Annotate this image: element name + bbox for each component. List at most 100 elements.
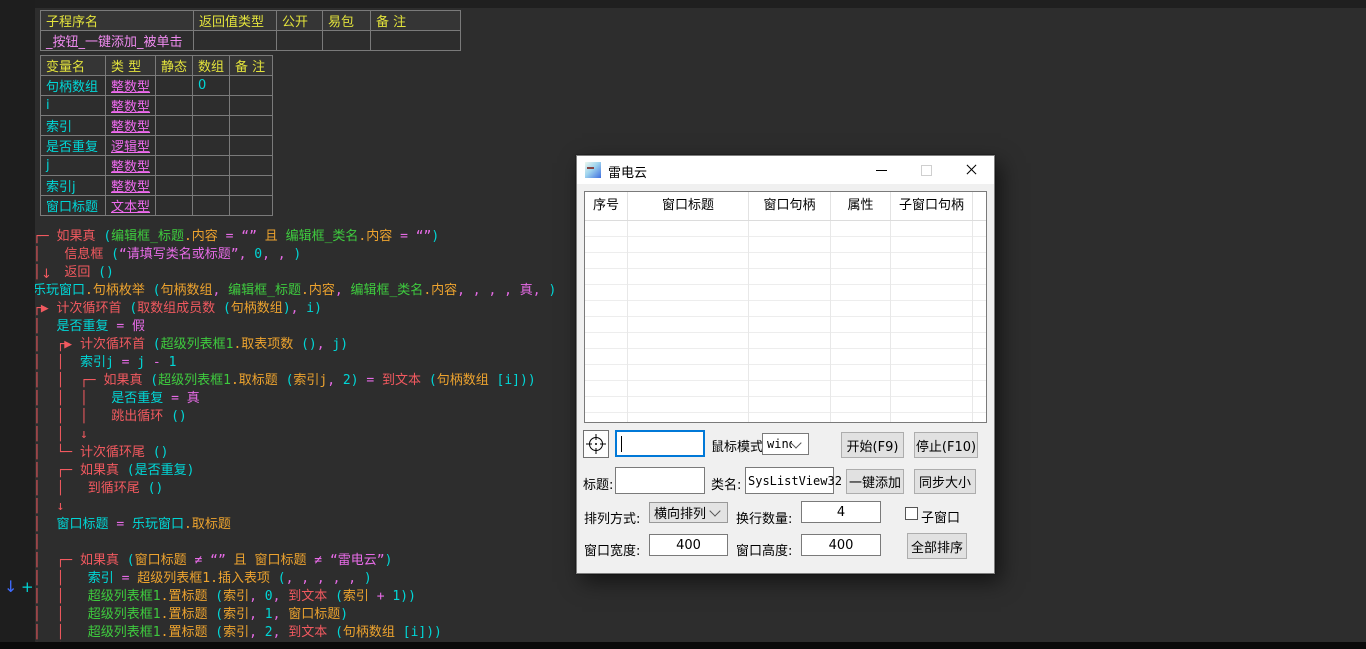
- listview-column-header[interactable]: 属性: [831, 192, 891, 220]
- table-cell[interactable]: 整数型: [106, 116, 156, 136]
- table-cell[interactable]: [156, 156, 193, 176]
- window-height-input[interactable]: 400: [801, 534, 881, 556]
- table-cell[interactable]: [277, 31, 323, 51]
- code-line[interactable]: │ │ │ 跳出循环 (): [33, 408, 601, 426]
- crosshair-picker-button[interactable]: [583, 430, 609, 458]
- code-token: 信息框: [64, 247, 111, 262]
- window-listview[interactable]: 序号窗口标题窗口句柄属性子窗口句柄: [584, 191, 987, 423]
- table-cell[interactable]: 整数型: [106, 176, 156, 196]
- table-cell[interactable]: [156, 76, 193, 96]
- listview-column-header[interactable]: 子窗口句柄: [891, 192, 973, 220]
- code-line[interactable]: │ │ 索引j = j - 1: [33, 354, 601, 372]
- table-cell[interactable]: [156, 136, 193, 156]
- table-cell[interactable]: i: [41, 96, 106, 116]
- left-margin-strip: [0, 0, 35, 649]
- code-token: 取数组成员数: [137, 301, 223, 316]
- table-cell[interactable]: [156, 196, 193, 216]
- code-line[interactable]: │ ┌─ 如果真 (窗口标题 ≠ “” 且 窗口标题 ≠ “雷电云”): [33, 552, 601, 570]
- class-input[interactable]: SysListView32: [745, 467, 834, 494]
- code-line[interactable]: │ ┌─ 如果真 (是否重复): [33, 462, 601, 480]
- table-cell[interactable]: [193, 96, 230, 116]
- table-cell[interactable]: 逻辑型: [106, 136, 156, 156]
- maximize-button[interactable]: [904, 156, 949, 184]
- table-cell[interactable]: 窗口标题: [41, 196, 106, 216]
- table-cell[interactable]: 索引: [41, 116, 106, 136]
- code-line[interactable]: │ 是否重复 = 假: [33, 318, 601, 336]
- code-editor[interactable]: ┌─ 如果真 (编辑框_标题.内容 = “” 且 编辑框_类名.内容 = “”)…: [33, 228, 601, 649]
- listview-column-header[interactable]: 序号: [585, 192, 628, 220]
- code-line[interactable]: ┌─ 如果真 (编辑框_标题.内容 = “” 且 编辑框_类名.内容 = “”): [33, 228, 601, 246]
- wrap-count-input[interactable]: 4: [801, 501, 881, 523]
- sort-all-button[interactable]: 全部排序: [907, 533, 967, 559]
- one-click-add-button[interactable]: 一键添加: [846, 469, 904, 494]
- table-cell[interactable]: [156, 176, 193, 196]
- code-line[interactable]: 乐玩窗口.句柄枚举 (句柄数组, 编辑框_标题.内容, 编辑框_类名.内容, ,…: [33, 282, 601, 300]
- table-cell[interactable]: [193, 196, 230, 216]
- start-button[interactable]: 开始(F9): [841, 432, 904, 458]
- code-line[interactable]: │ ┌▶ 计次循环首 (超级列表框1.取表项数 (), j): [33, 336, 601, 354]
- code-token: 句柄数组: [231, 301, 283, 316]
- title-input[interactable]: [615, 467, 705, 494]
- listview-column-header[interactable]: 窗口句柄: [749, 192, 831, 220]
- table-cell[interactable]: 索引j: [41, 176, 106, 196]
- code-line[interactable]: │ │ ┌─ 如果真 (超级列表框1.取标题 (索引j, 2) = 到文本 (句…: [33, 372, 601, 390]
- code-line[interactable]: │ │ 超级列表框1.置标题 (索引, 0, 到文本 (索引 + 1)): [33, 588, 601, 606]
- table-cell[interactable]: [230, 116, 273, 136]
- code-line[interactable]: │ │ 索引 = 超级列表框1.插入表项 (, , , , , ): [33, 570, 601, 588]
- table-cell[interactable]: 整数型: [106, 76, 156, 96]
- table-cell[interactable]: [371, 31, 461, 51]
- table-cell[interactable]: [230, 196, 273, 216]
- table-cell[interactable]: [193, 136, 230, 156]
- listview-body[interactable]: [585, 221, 986, 422]
- table-cell[interactable]: 句柄数组: [41, 76, 106, 96]
- table-cell[interactable]: [194, 31, 277, 51]
- minimize-button[interactable]: [859, 156, 904, 184]
- code-line[interactable]: ┌▶ 计次循环首 (取数组成员数 (句柄数组), i): [33, 300, 601, 318]
- table-cell[interactable]: [230, 176, 273, 196]
- code-line[interactable]: │ │ ↓: [33, 426, 601, 444]
- child-window-checkbox[interactable]: [905, 507, 918, 520]
- target-input[interactable]: [615, 430, 705, 457]
- window-titlebar[interactable]: 雷电云: [577, 156, 994, 184]
- subprogram-table[interactable]: 子程序名返回值类型公开易包备 注_按钮_一键添加_被单击: [40, 10, 461, 51]
- table-cell[interactable]: [193, 176, 230, 196]
- table-cell[interactable]: _按钮_一键添加_被单击: [41, 31, 194, 51]
- variable-table[interactable]: 变量名类 型静态数组备 注句柄数组整数型0i整数型索引整数型是否重复逻辑型j整数…: [40, 55, 273, 216]
- table-cell[interactable]: [230, 136, 273, 156]
- table-cell[interactable]: 是否重复: [41, 136, 106, 156]
- table-cell[interactable]: [156, 96, 193, 116]
- code-line[interactable]: │ 窗口标题 = 乐玩窗口.取标题: [33, 516, 601, 534]
- sync-size-button[interactable]: 同步大小: [914, 469, 976, 494]
- listview-header[interactable]: 序号窗口标题窗口句柄属性子窗口句柄: [585, 192, 986, 221]
- table-cell[interactable]: j: [41, 156, 106, 176]
- code-line[interactable]: │ │ 到循环尾 (): [33, 480, 601, 498]
- code-line[interactable]: │: [33, 534, 601, 552]
- code-line[interactable]: │ │ 超级列表框1.置标题 (索引, 2, 到文本 (句柄数组 [i])): [33, 624, 601, 642]
- table-cell[interactable]: [230, 96, 273, 116]
- arrange-combobox[interactable]: 横向排列: [649, 502, 728, 523]
- code-line[interactable]: │ ↓: [33, 498, 601, 516]
- code-token: .内容: [423, 283, 457, 298]
- code-line[interactable]: │ 信息框 (“请填写类名或标题”, 0, , ): [33, 246, 601, 264]
- stop-button[interactable]: 停止(F10): [914, 432, 978, 458]
- gutter-plus-icon[interactable]: +: [21, 578, 34, 596]
- table-cell[interactable]: 整数型: [106, 156, 156, 176]
- table-cell[interactable]: 整数型: [106, 96, 156, 116]
- code-line[interactable]: │ 返回 (): [33, 264, 601, 282]
- listview-column-header[interactable]: 窗口标题: [628, 192, 749, 220]
- close-button[interactable]: [949, 156, 994, 184]
- window-width-input[interactable]: 400: [649, 534, 728, 556]
- table-cell[interactable]: [193, 116, 230, 136]
- table-cell[interactable]: 0: [193, 76, 230, 96]
- mouse-mode-combobox[interactable]: wind: [762, 433, 809, 455]
- table-cell[interactable]: [156, 116, 193, 136]
- code-token: (: [335, 625, 343, 640]
- table-cell[interactable]: 文本型: [106, 196, 156, 216]
- code-line[interactable]: │ │ │ 是否重复 = 真: [33, 390, 601, 408]
- table-cell[interactable]: [230, 76, 273, 96]
- table-cell[interactable]: [193, 156, 230, 176]
- table-cell[interactable]: [323, 31, 371, 51]
- code-line[interactable]: │ └─ 计次循环尾 (): [33, 444, 601, 462]
- table-cell[interactable]: [230, 156, 273, 176]
- code-line[interactable]: │ │ 超级列表框1.置标题 (索引, 1, 窗口标题): [33, 606, 601, 624]
